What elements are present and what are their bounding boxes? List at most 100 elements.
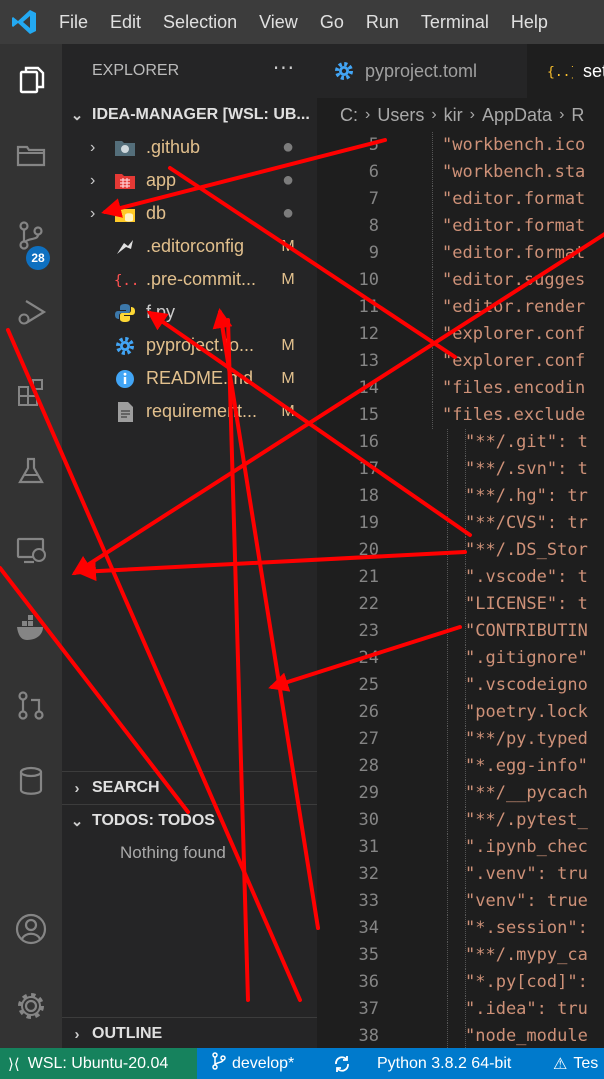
tree-item-f-py[interactable]: f.py <box>62 296 317 329</box>
modified-badge: M <box>281 369 295 387</box>
remote-explorer-icon[interactable] <box>0 523 62 577</box>
code-line: 20 "**/.DS_Stor <box>317 537 604 564</box>
code-line: 34 "*.session": <box>317 915 604 942</box>
activity-bar: 28 <box>0 44 62 1048</box>
menu-edit[interactable]: Edit <box>99 0 152 44</box>
breadcrumb-item[interactable]: AppData <box>482 105 552 126</box>
app-folder-icon <box>114 170 136 192</box>
indent-guide <box>447 510 448 537</box>
chevron-right-icon: › <box>90 171 96 189</box>
docker-icon[interactable] <box>0 600 62 654</box>
tree-item-pre-commit[interactable]: {..} .pre-commit... M <box>62 263 317 296</box>
line-number: 12 <box>358 324 379 344</box>
tab-settings[interactable]: {..} set <box>527 44 604 98</box>
menu-go[interactable]: Go <box>309 0 355 44</box>
code-line: 28 "*.egg-info" <box>317 753 604 780</box>
indent-guide <box>432 132 433 159</box>
source-control-icon[interactable]: 28 <box>0 208 62 270</box>
outline-section[interactable]: › OUTLINE <box>62 1017 317 1048</box>
indent-guide <box>432 240 433 267</box>
code-text: "workbench.sta <box>442 162 586 182</box>
indent-guide <box>447 564 448 591</box>
git-branch-status[interactable]: develop* <box>212 1048 294 1079</box>
outline-section-label: OUTLINE <box>92 1025 163 1042</box>
tab-pyproject[interactable]: pyproject.toml <box>317 44 527 98</box>
breadcrumb-item[interactable]: kir <box>444 105 463 126</box>
tab-bar: pyproject.toml {..} set <box>317 44 604 98</box>
code-text: ".ipynb_chec <box>465 837 588 857</box>
indent-guide <box>447 591 448 618</box>
tree-item-label: .editorconfig <box>146 236 245 256</box>
code-line: 35 "**/.mypy_ca <box>317 942 604 969</box>
modified-badge: M <box>281 336 295 354</box>
menu-run[interactable]: Run <box>355 0 410 44</box>
git-branch-label: develop* <box>232 1054 295 1072</box>
python-interpreter-status[interactable]: Python 3.8.2 64-bit <box>377 1048 511 1079</box>
remote-indicator[interactable]: ⟩⟨ WSL: Ubuntu-20.04 <box>0 1048 197 1079</box>
tree-item-pyproject[interactable]: pyproject.to... M <box>62 329 317 362</box>
code-text: "editor.render <box>442 297 586 317</box>
code-line: 18 "**/.hg": tr <box>317 483 604 510</box>
todos-section[interactable]: ⌄ TODOS: TODOS <box>62 804 317 837</box>
settings-gear-icon[interactable] <box>0 979 62 1033</box>
indent-guide <box>432 402 433 429</box>
indent-guide <box>447 996 448 1023</box>
line-number: 16 <box>358 432 379 452</box>
breadcrumb-item[interactable]: R <box>571 105 584 126</box>
explorer-icon[interactable] <box>0 53 62 107</box>
database-icon[interactable] <box>0 754 62 808</box>
search-section[interactable]: › SEARCH <box>62 771 317 804</box>
menu-terminal[interactable]: Terminal <box>410 0 500 44</box>
indent-guide <box>447 861 448 888</box>
tree-item-github[interactable]: › .github ● <box>62 131 317 164</box>
menu-help[interactable]: Help <box>500 0 559 44</box>
line-number: 13 <box>358 351 379 371</box>
tree-item-requirements[interactable]: requirement... M <box>62 395 317 428</box>
line-number: 17 <box>358 459 379 479</box>
code-text: ".vscode": t <box>465 567 588 587</box>
line-number: 8 <box>368 216 379 236</box>
code-text: "**/.DS_Stor <box>465 540 588 560</box>
svg-text:{..}: {..} <box>547 65 573 80</box>
code-text: "**/__pycach <box>465 783 588 803</box>
menu-file[interactable]: File <box>48 0 99 44</box>
indent-guide <box>447 645 448 672</box>
tab-label: set <box>583 60 604 81</box>
sync-icon[interactable] <box>332 1048 352 1079</box>
pull-requests-icon[interactable] <box>0 678 62 732</box>
tree-item-app[interactable]: › app ● <box>62 164 317 197</box>
code-line: 13 "explorer.conf <box>317 348 604 375</box>
indent-guide <box>447 942 448 969</box>
indent-guide <box>432 213 433 240</box>
indent-guide <box>447 726 448 753</box>
menu-view[interactable]: View <box>248 0 309 44</box>
workspace-root[interactable]: ⌄ IDEA-MANAGER [WSL: UB... <box>62 98 317 131</box>
extensions-icon[interactable] <box>0 365 62 419</box>
indent-guide <box>447 456 448 483</box>
testing-icon[interactable] <box>0 444 62 498</box>
tab-label: pyproject.toml <box>365 60 478 81</box>
code-text: "**/CVS": tr <box>465 513 588 533</box>
run-debug-icon[interactable] <box>0 285 62 339</box>
tree-item-db[interactable]: › db ● <box>62 197 317 230</box>
indent-guide <box>447 969 448 996</box>
tree-item-label: .github <box>146 137 201 157</box>
tree-item-label: .pre-commit... <box>146 269 257 289</box>
tree-item-readme[interactable]: README.md M <box>62 362 317 395</box>
chevron-right-icon: › <box>90 204 96 222</box>
db-folder-icon <box>114 203 136 225</box>
gear-file-icon <box>114 335 136 357</box>
account-icon[interactable] <box>0 902 62 956</box>
more-actions-icon[interactable]: ··· <box>273 56 295 80</box>
menu-selection[interactable]: Selection <box>152 0 248 44</box>
breadcrumb-item[interactable]: Users <box>377 105 424 126</box>
code-editor[interactable]: 5 "workbench.ico 6 "workbench.sta 7 "editor.f… <box>317 132 604 1048</box>
line-number: 7 <box>368 189 379 209</box>
line-number: 10 <box>358 270 379 290</box>
search-icon[interactable] <box>0 128 62 182</box>
breadcrumb-item[interactable]: C: <box>340 105 358 126</box>
code-text: "explorer.conf <box>442 351 586 371</box>
line-number: 33 <box>358 891 379 911</box>
tree-item-editorconfig[interactable]: .editorconfig M <box>62 230 317 263</box>
test-status[interactable]: ⚠ Tes <box>553 1048 598 1079</box>
